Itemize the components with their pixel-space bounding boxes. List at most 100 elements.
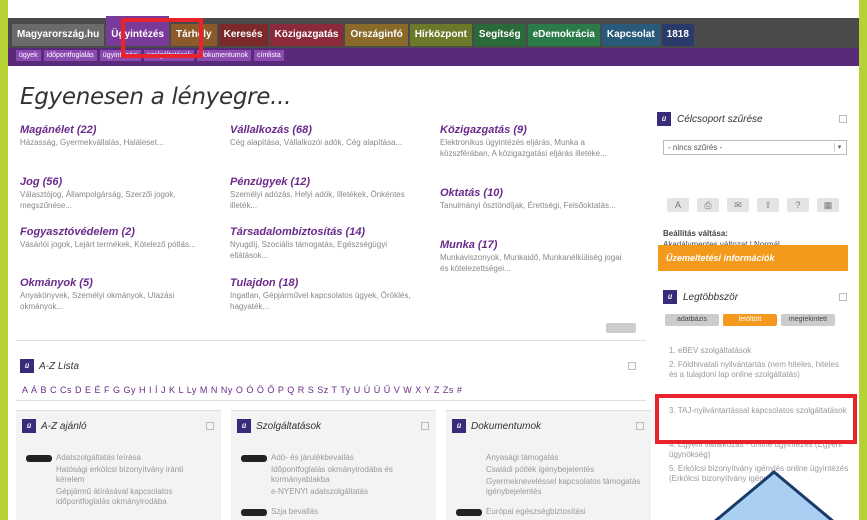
- category-title[interactable]: Jog (56): [20, 176, 210, 189]
- category-desc: Nyugdíj, Szociális támogatás, Egészségüg…: [230, 240, 387, 260]
- page-frame: Magyarország.hu Ügyintézés Tárhely Keres…: [8, 0, 859, 520]
- subtab-idopontfoglalas[interactable]: időpontfoglalás: [43, 50, 97, 61]
- main-nav-tabs: Magyarország.hu Ügyintézés Tárhely Keres…: [12, 16, 694, 46]
- category-oktatas[interactable]: Oktatás (10) Tanulmányi ösztöndíjak, Ére…: [440, 187, 630, 211]
- collapse-icon[interactable]: [839, 115, 847, 123]
- view-switch-label: Beállítás váltása:: [663, 229, 728, 238]
- font-size-icon[interactable]: A: [667, 198, 689, 212]
- category-desc: Vásárlói jogok, Lejárt termékek, Kötelez…: [20, 240, 196, 249]
- tab-kereses[interactable]: Keresés: [218, 24, 268, 46]
- popular-title: Legtöbbször: [683, 291, 739, 303]
- box-az-ajanlo: ü A-Z ajánló Adatszolgáltatás leírása Ha…: [16, 410, 221, 520]
- category-tarsadalombiztositas[interactable]: Társadalombiztosítás (14) Nyugdíj, Szoci…: [230, 226, 420, 261]
- select-value: - nincs szűrés -: [668, 143, 723, 152]
- list-item[interactable]: Anyasági támogatás: [486, 453, 641, 463]
- list-item[interactable]: Hatósági erkölcsi bizonyítvány iránti ké…: [56, 465, 211, 485]
- tab-segitseg[interactable]: Segítség: [473, 24, 526, 46]
- subtab-ugyek[interactable]: ügyek: [16, 50, 41, 61]
- section-logo-icon: ü: [20, 359, 34, 373]
- print-icon[interactable]: ⎙: [697, 198, 719, 212]
- category-tulajdon[interactable]: Tulajdon (18) Ingatlan, Gépjárművel kapc…: [230, 277, 420, 312]
- tab-edemokracia[interactable]: eDemokrácia: [527, 24, 600, 46]
- box-title: Szolgáltatások: [256, 420, 322, 432]
- list-item[interactable]: Európai egészségbiztosítási: [486, 507, 641, 517]
- category-desc: Személyi adózás, Helyi adók, Illetékek, …: [230, 190, 405, 210]
- box-header: ü Dokumentumok: [452, 417, 541, 435]
- sitemap-icon[interactable]: ▦: [817, 198, 839, 212]
- collapse-icon[interactable]: [206, 422, 214, 430]
- category-desc: Munkaviszonyok, Munkaidő, Munkanélkülisé…: [440, 253, 622, 273]
- category-fogyasztovedelem[interactable]: Fogyasztóvédelem (2) Vásárlói jogok, Lej…: [20, 226, 210, 250]
- category-okmanyok[interactable]: Okmányok (5) Anyakönyvek, Személyi okmán…: [20, 277, 210, 312]
- list-item[interactable]: Adó- és járulékbevallás: [271, 453, 426, 463]
- collapse-icon[interactable]: [636, 422, 644, 430]
- tab-magyarorszag[interactable]: Magyarország.hu: [12, 24, 105, 46]
- category-title[interactable]: Munka (17): [440, 239, 630, 252]
- category-title[interactable]: Okmányok (5): [20, 277, 210, 290]
- category-title[interactable]: Fogyasztóvédelem (2): [20, 226, 210, 239]
- list-item[interactable]: e-NYENYI adatszolgáltatás: [271, 487, 426, 497]
- tab-hirkozpont[interactable]: Hírközpont: [409, 24, 472, 46]
- tab-letoltott[interactable]: letöltött: [723, 314, 777, 326]
- category-title[interactable]: Magánélet (22): [20, 124, 210, 137]
- az-list-title: A-Z Lista: [39, 360, 80, 372]
- divider: [16, 400, 646, 401]
- new-badge-icon: [456, 509, 482, 516]
- subtab-dokumentumok[interactable]: dokumentumok: [197, 50, 252, 61]
- popular-item[interactable]: 2. Földhivatali nyilvántartás (nem hitel…: [669, 360, 849, 380]
- list-item[interactable]: Gyermekneveléssel kapcsolatos támogatás …: [486, 477, 641, 497]
- popular-tabs: adatbázis letöltött megtekintett: [665, 314, 835, 326]
- category-title[interactable]: Oktatás (10): [440, 187, 630, 200]
- box-szolgaltatasok: ü Szolgáltatások Adó- és járulékbevallás…: [231, 410, 436, 520]
- box-header: ü A-Z ajánló: [22, 417, 87, 435]
- list-item[interactable]: Családi pótlék igénybejelentés: [486, 465, 641, 475]
- list-item[interactable]: Időpontfoglalás okmányirodába és kormány…: [271, 465, 426, 485]
- email-icon[interactable]: ✉: [727, 198, 749, 212]
- category-maganelet[interactable]: Magánélet (22) Házasság, Gyermekvállalás…: [20, 124, 210, 148]
- share-icon[interactable]: ⇧: [757, 198, 779, 212]
- category-title[interactable]: Tulajdon (18): [230, 277, 420, 290]
- tab-adatbazis[interactable]: adatbázis: [665, 314, 719, 326]
- collapse-icon[interactable]: [628, 362, 636, 370]
- category-title[interactable]: Pénzügyek (12): [230, 176, 420, 189]
- subtab-cimlista[interactable]: címlista: [254, 50, 284, 61]
- section-logo-icon: ü: [22, 419, 36, 433]
- tab-1818[interactable]: 1818: [661, 24, 694, 46]
- tab-kapcsolat[interactable]: Kapcsolat: [601, 24, 660, 46]
- az-alphabet[interactable]: A Á B C Cs D E É F G Gy H I Í J K L Ly M…: [22, 385, 462, 395]
- category-munka[interactable]: Munka (17) Munkaviszonyok, Munkaidő, Mun…: [440, 239, 630, 274]
- section-logo-icon: ü: [452, 419, 466, 433]
- tab-kozigazgatas[interactable]: Közigazgatás: [269, 24, 344, 46]
- target-filter-header: ü Célcsoport szűrése: [657, 110, 763, 128]
- more-button[interactable]: [606, 323, 636, 333]
- category-vallalkozas[interactable]: Vállalkozás (68) Cég alapítása, Vállalko…: [230, 124, 420, 148]
- category-jog[interactable]: Jog (56) Választójog, Állampolgárság, Sz…: [20, 176, 210, 211]
- category-desc: Tanulmányi ösztöndíjak, Érettségi, Felső…: [440, 201, 616, 210]
- highlight-box-ugyintezes: [121, 18, 203, 58]
- popular-header: ü Legtöbbször: [663, 288, 738, 306]
- operation-info-bar[interactable]: Üzemeltetési információk: [658, 245, 848, 271]
- category-penzugyek[interactable]: Pénzügyek (12) Személyi adózás, Helyi ad…: [230, 176, 420, 211]
- box-header: ü Szolgáltatások: [237, 417, 321, 435]
- category-title[interactable]: Közigazgatás (9): [440, 124, 630, 137]
- tab-megtekintett[interactable]: megtekintett: [781, 314, 835, 326]
- category-title[interactable]: Társadalombiztosítás (14): [230, 226, 420, 239]
- list-item[interactable]: Szja bevallás: [271, 507, 426, 517]
- list-item[interactable]: Adatszolgáltatás leírása: [56, 453, 211, 463]
- tab-orszaginfo[interactable]: Országinfó: [345, 24, 408, 46]
- divider: [16, 340, 646, 341]
- popular-item[interactable]: 1. eBEV szolgáltatások: [669, 346, 849, 356]
- new-badge-icon: [26, 455, 52, 462]
- chevron-down-icon: ▾: [834, 143, 844, 152]
- collapse-icon[interactable]: [839, 293, 847, 301]
- new-badge-icon: [241, 509, 267, 516]
- category-kozigazgatas[interactable]: Közigazgatás (9) Elektronikus ügyintézés…: [440, 124, 630, 159]
- new-badge-icon: [241, 455, 267, 462]
- category-desc: Választójog, Állampolgárság, Szerzői jog…: [20, 190, 176, 210]
- collapse-icon[interactable]: [421, 422, 429, 430]
- list-item[interactable]: Gépjármű átírásával kapcsolatos időpontf…: [56, 487, 211, 507]
- help-icon[interactable]: ?: [787, 198, 809, 212]
- category-title[interactable]: Vállalkozás (68): [230, 124, 420, 137]
- target-filter-select[interactable]: - nincs szűrés - ▾: [663, 140, 847, 155]
- category-desc: Házasság, Gyermekvállalás, Haláleset...: [20, 138, 164, 147]
